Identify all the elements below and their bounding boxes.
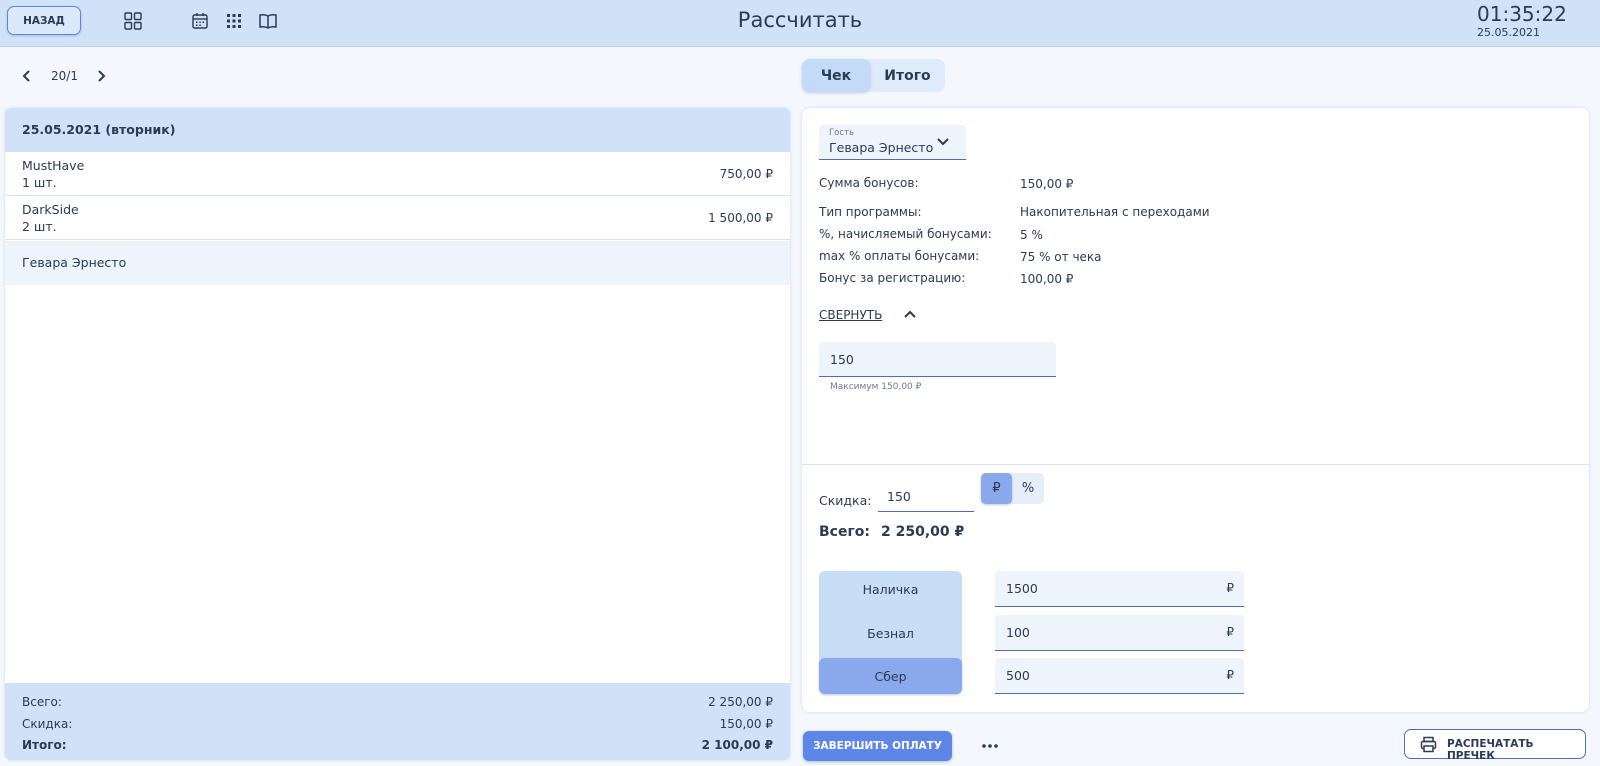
payment-methods: Наличка Безнал Сбер [819, 571, 962, 694]
final-value: 2 100,00 ₽ [701, 738, 773, 752]
section-divider [802, 464, 1589, 465]
payment-method-card[interactable]: Безнал [819, 615, 962, 651]
tab-total[interactable]: Итого [870, 59, 945, 92]
order-date-header: 25.05.2021 (вторник) [5, 108, 790, 152]
bonus-max-hint: Максимум 150,00 ₽ [830, 382, 922, 392]
guest-select-label: Гость [829, 128, 855, 138]
print-precheck-button[interactable]: РАСПЕЧАТАТЬ ПРЕЧЕК [1404, 729, 1586, 762]
discount-unit-toggle: ₽ % [981, 473, 1044, 504]
chevron-down-icon [936, 137, 950, 147]
program-type-label: Тип программы: [819, 205, 922, 219]
max-bonus-pay-value: 75 % от чека [1020, 250, 1102, 264]
registration-bonus-value: 100,00 ₽ [1020, 272, 1074, 286]
sber-amount-input[interactable] [995, 658, 1210, 692]
total-value: 2 250,00 ₽ [708, 695, 773, 709]
view-tabs: Чек Итого [802, 59, 945, 92]
total-label: Всего: [22, 695, 62, 709]
final-label: Итого: [22, 738, 67, 752]
bonus-sum-value: 150,00 ₽ [1020, 177, 1074, 191]
item-qty: 2 шт. [22, 219, 57, 234]
order-guest[interactable]: Гевара Эрнесто [5, 241, 790, 285]
discount-label: Скидка: [22, 717, 73, 731]
card-amount-input[interactable] [995, 615, 1210, 649]
guest-select-value: Гевара Эрнесто [829, 140, 934, 155]
order-item[interactable]: DarkSide 2 шт. 1 500,00 ₽ [5, 196, 790, 240]
item-qty: 1 шт. [22, 175, 57, 190]
tab-check[interactable]: Чек [802, 59, 870, 92]
bonus-sum-label: Сумма бонусов: [819, 176, 919, 190]
discount-unit-rub[interactable]: ₽ [981, 473, 1012, 504]
order-panel: 25.05.2021 (вторник) MustHave 1 шт. 750,… [5, 108, 790, 760]
bonus-percent-label: %, начисляемый бонусами: [819, 227, 992, 241]
discount-input[interactable] [878, 482, 974, 512]
cash-amount-field: ₽ [995, 571, 1244, 607]
page-title: Рассчитать [737, 8, 863, 32]
next-table-icon[interactable] [94, 68, 108, 84]
cash-amount-input[interactable] [995, 571, 1210, 605]
check-total-value: 2 250,00 ₽ [881, 524, 965, 540]
print-precheck-label: РАСПЕЧАТАТЬ ПРЕЧЕК [1447, 738, 1534, 762]
program-type-value: Накопительная с переходами [1020, 205, 1210, 219]
order-totals: Всего: 2 250,00 ₽ Скидка: 150,00 ₽ Итого… [5, 683, 790, 760]
prev-table-icon[interactable] [20, 68, 34, 84]
currency-label: ₽ [1226, 581, 1234, 595]
header-bar: НАЗАД Рассчитать 01:35:22 25.05.2021 [0, 0, 1600, 47]
finish-payment-button[interactable]: ЗАВЕРШИТЬ ОПЛАТУ [803, 731, 952, 761]
chevron-up-icon[interactable] [903, 309, 917, 319]
currency-label: ₽ [1226, 668, 1234, 682]
collapse-link[interactable]: СВЕРНУТЬ [819, 308, 882, 322]
check-total-label: Всего: [819, 524, 870, 540]
check-panel: Гость Гевара Эрнесто Сумма бонусов: 150,… [802, 108, 1589, 712]
card-amount-field: ₽ [995, 615, 1244, 651]
item-price: 1 500,00 ₽ [708, 211, 773, 225]
item-name: DarkSide [22, 202, 79, 217]
bonus-amount-input[interactable] [819, 342, 1056, 377]
more-options-icon[interactable] [980, 742, 1000, 750]
clock-date: 25.05.2021 [1477, 26, 1540, 39]
discount-label: Скидка: [819, 493, 872, 508]
table-number: 20/1 [51, 69, 78, 83]
currency-label: ₽ [1226, 625, 1234, 639]
discount-unit-percent[interactable]: % [1012, 473, 1044, 504]
printer-icon [1420, 736, 1437, 753]
payment-method-sber[interactable]: Сбер [819, 658, 962, 694]
payment-method-cash[interactable]: Наличка [819, 571, 962, 607]
bonus-percent-value: 5 % [1020, 228, 1043, 242]
order-item[interactable]: MustHave 1 шт. 750,00 ₽ [5, 152, 790, 196]
clock-time: 01:35:22 [1477, 2, 1567, 26]
item-price: 750,00 ₽ [719, 167, 773, 181]
registration-bonus-label: Бонус за регистрацию: [819, 271, 966, 285]
discount-value: 150,00 ₽ [719, 717, 773, 731]
max-bonus-pay-label: max % оплаты бонусами: [819, 249, 980, 263]
sber-amount-field: ₽ [995, 658, 1244, 694]
guest-select[interactable]: Гость Гевара Эрнесто [819, 125, 966, 160]
item-name: MustHave [22, 158, 85, 173]
